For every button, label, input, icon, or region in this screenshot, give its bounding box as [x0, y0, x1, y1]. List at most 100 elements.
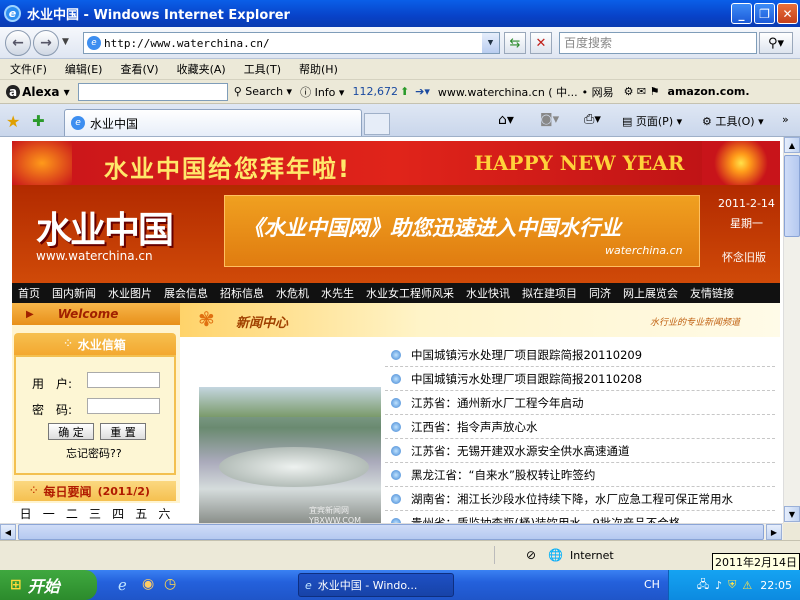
news-item[interactable]: 江西省：指令声声放心水 [385, 415, 775, 439]
scroll-up-icon[interactable]: ▲ [784, 137, 800, 153]
menu-edit[interactable]: 编辑(E) [65, 61, 103, 77]
scroll-right-icon[interactable]: ▶ [766, 524, 782, 540]
network-icon[interactable]: 🖧 [697, 576, 709, 595]
taskbar-ie-window[interactable]: e 水业中国 - Windo... [298, 573, 454, 597]
news-item[interactable]: 中国城镇污水处理厂项目跟踪简报20110209 [385, 343, 775, 367]
home-icon[interactable]: ⌂▾ [498, 112, 514, 128]
site-logo[interactable]: 水业中国 [36, 201, 174, 253]
quicklaunch-player-icon[interactable]: ◉ [142, 576, 154, 592]
tab-page-icon: e [71, 116, 85, 130]
menu-tools[interactable]: 工具(T) [244, 61, 281, 77]
add-favorite-icon[interactable]: ✚ [32, 112, 45, 130]
date-tooltip: 2011年2月14日 [712, 553, 800, 571]
scroll-left-icon[interactable]: ◀ [0, 524, 16, 540]
alexa-rank[interactable]: 112,672 [352, 85, 398, 98]
news-item[interactable]: 贵州省：质监抽查瓶(桶)装饮用水，9批次产品不合格 [385, 511, 775, 523]
alexa-logo[interactable]: a Alexa ▾ [6, 84, 70, 99]
refresh-button[interactable]: ⇆ [504, 32, 526, 54]
confirm-button[interactable]: 确 定 [48, 423, 94, 440]
forward-button[interactable]: → [33, 30, 59, 56]
address-bar[interactable]: e http://www.waterchina.cn/ ▼ [83, 32, 500, 54]
alexa-search-button[interactable]: ⚲ Search ▾ [234, 85, 292, 98]
back-button[interactable]: ← [5, 30, 31, 56]
maximize-button[interactable]: ❐ [754, 3, 775, 24]
new-year-banner[interactable]: 水业中国给您拜年啦! HAPPY NEW YEAR [12, 141, 780, 185]
close-button[interactable]: ✕ [777, 3, 798, 24]
shield-icon[interactable]: ⛨ [728, 578, 736, 592]
forgot-password-link[interactable]: 忘记密码?? [66, 445, 122, 461]
menu-file[interactable]: 文件(F) [10, 61, 47, 77]
alexa-toolbar: a Alexa ▾ ⚲ Search ▾ ⓘ Info ▾ 112,672 ⬆ ➔… [0, 80, 800, 104]
language-indicator[interactable]: CH [644, 578, 660, 591]
history-dropdown-icon[interactable]: ▼ [62, 37, 69, 47]
reset-button[interactable]: 重 置 [100, 423, 146, 440]
page-menu[interactable]: ▤ 页面(P) ▾ [622, 113, 682, 129]
alexa-search-input[interactable] [77, 82, 228, 101]
amazon-link[interactable]: amazon.com. [668, 85, 750, 98]
user-label: 用 户: [32, 377, 73, 391]
security-icon[interactable]: ⊘ [526, 548, 536, 562]
nav-tongji[interactable]: 同济 [589, 285, 611, 301]
news-photo[interactable]: 宜宾新闻网 YBXWW.COM [199, 387, 381, 523]
stop-button[interactable]: ✕ [530, 32, 552, 54]
current-weekday: 星期一 [730, 217, 763, 230]
horizontal-scroll-thumb[interactable] [18, 524, 764, 540]
search-input[interactable]: 百度搜索 [559, 32, 757, 54]
print-icon[interactable]: ⎙▾ [584, 112, 601, 127]
start-button[interactable]: ⊞ 开始 [0, 570, 97, 600]
vertical-scroll-thumb[interactable] [784, 155, 800, 237]
nav-exhibitions[interactable]: 展会信息 [164, 285, 208, 301]
tab-waterchina[interactable]: e 水业中国 [64, 109, 362, 136]
feeds-icon[interactable]: ◙▾ [540, 112, 559, 127]
clock[interactable]: 22:05 [760, 579, 792, 592]
news-item[interactable]: 中国城镇污水处理厂项目跟踪简报20110208 [385, 367, 775, 391]
nav-flash-news[interactable]: 水业快讯 [466, 285, 510, 301]
search-icon[interactable]: ⚲▾ [759, 32, 793, 54]
vertical-scrollbar[interactable]: ▲ ▼ [783, 137, 800, 523]
volume-icon[interactable]: ♪ [715, 579, 722, 592]
tools-menu[interactable]: ⚙ 工具(O) ▾ [702, 113, 764, 129]
weekday-thu: 四 [112, 506, 125, 521]
news-item[interactable]: 黑龙江省：“自来水”股权转让昨签约 [385, 463, 775, 487]
slogan-banner[interactable]: 《水业中国网》助您迅速进入中国水行业 waterchina.cn [224, 195, 700, 267]
bullet-icon [391, 493, 401, 504]
minimize-button[interactable]: _ [731, 3, 752, 24]
nav-domestic-news[interactable]: 国内新闻 [52, 285, 96, 301]
menu-help[interactable]: 帮助(H) [299, 61, 338, 77]
nav-photos[interactable]: 水业图片 [108, 285, 152, 301]
horizontal-scrollbar[interactable]: ◀ ▶ [0, 523, 783, 540]
nav-projects[interactable]: 拟在建项目 [522, 285, 577, 301]
nav-water-crisis[interactable]: 水危机 [276, 285, 309, 301]
tool-icons[interactable]: ⚙ ✉ ⚑ [624, 85, 660, 98]
quicklaunch-clock-icon[interactable]: ◷ [164, 576, 176, 592]
news-item[interactable]: 江苏省：通州新水厂工程今年启动 [385, 391, 775, 415]
news-item[interactable]: 湖南省：湘江长沙段水位持续下降，水厂应急工程可保正常用水 [385, 487, 775, 511]
alexa-site2[interactable]: • 网易 [582, 84, 614, 100]
news-item[interactable]: 江苏省：无锡开建双水源安全供水高速通道 [385, 439, 775, 463]
rank-up-icon: ⬆ [399, 85, 410, 98]
redirect-icon[interactable]: ➔▾ [415, 85, 430, 98]
new-tab-button[interactable] [364, 113, 390, 135]
warning-icon[interactable]: ⚠ [742, 579, 752, 592]
weekday-fri: 五 [135, 506, 148, 521]
nav-tenders[interactable]: 招标信息 [220, 285, 264, 301]
quicklaunch-ie-icon[interactable]: ℯ [118, 576, 127, 594]
username-input[interactable] [87, 372, 160, 388]
favorites-star-icon[interactable]: ★ [6, 112, 20, 131]
password-input[interactable] [87, 398, 160, 414]
dots-icon-2: ⁘ [30, 486, 38, 496]
old-version-link[interactable]: 怀念旧版 [722, 249, 766, 265]
nav-links[interactable]: 友情链接 [690, 285, 734, 301]
alexa-info-button[interactable]: ⓘ Info ▾ [300, 84, 344, 100]
site-nav: 首页 国内新闻 水业图片 展会信息 招标信息 水危机 水先生 水业女工程师风采 … [12, 283, 780, 303]
more-icon[interactable]: » [782, 113, 789, 126]
nav-home[interactable]: 首页 [18, 285, 40, 301]
menu-favorites[interactable]: 收藏夹(A) [177, 61, 226, 77]
nav-mr-water[interactable]: 水先生 [321, 285, 354, 301]
alexa-site[interactable]: www.waterchina.cn ( 中... [438, 84, 578, 100]
address-dropdown-icon[interactable]: ▼ [482, 33, 499, 53]
nav-online-expo[interactable]: 网上展览会 [623, 285, 678, 301]
scroll-down-icon[interactable]: ▼ [784, 506, 800, 522]
nav-women-engineers[interactable]: 水业女工程师风采 [366, 285, 454, 301]
menu-view[interactable]: 查看(V) [120, 61, 158, 77]
